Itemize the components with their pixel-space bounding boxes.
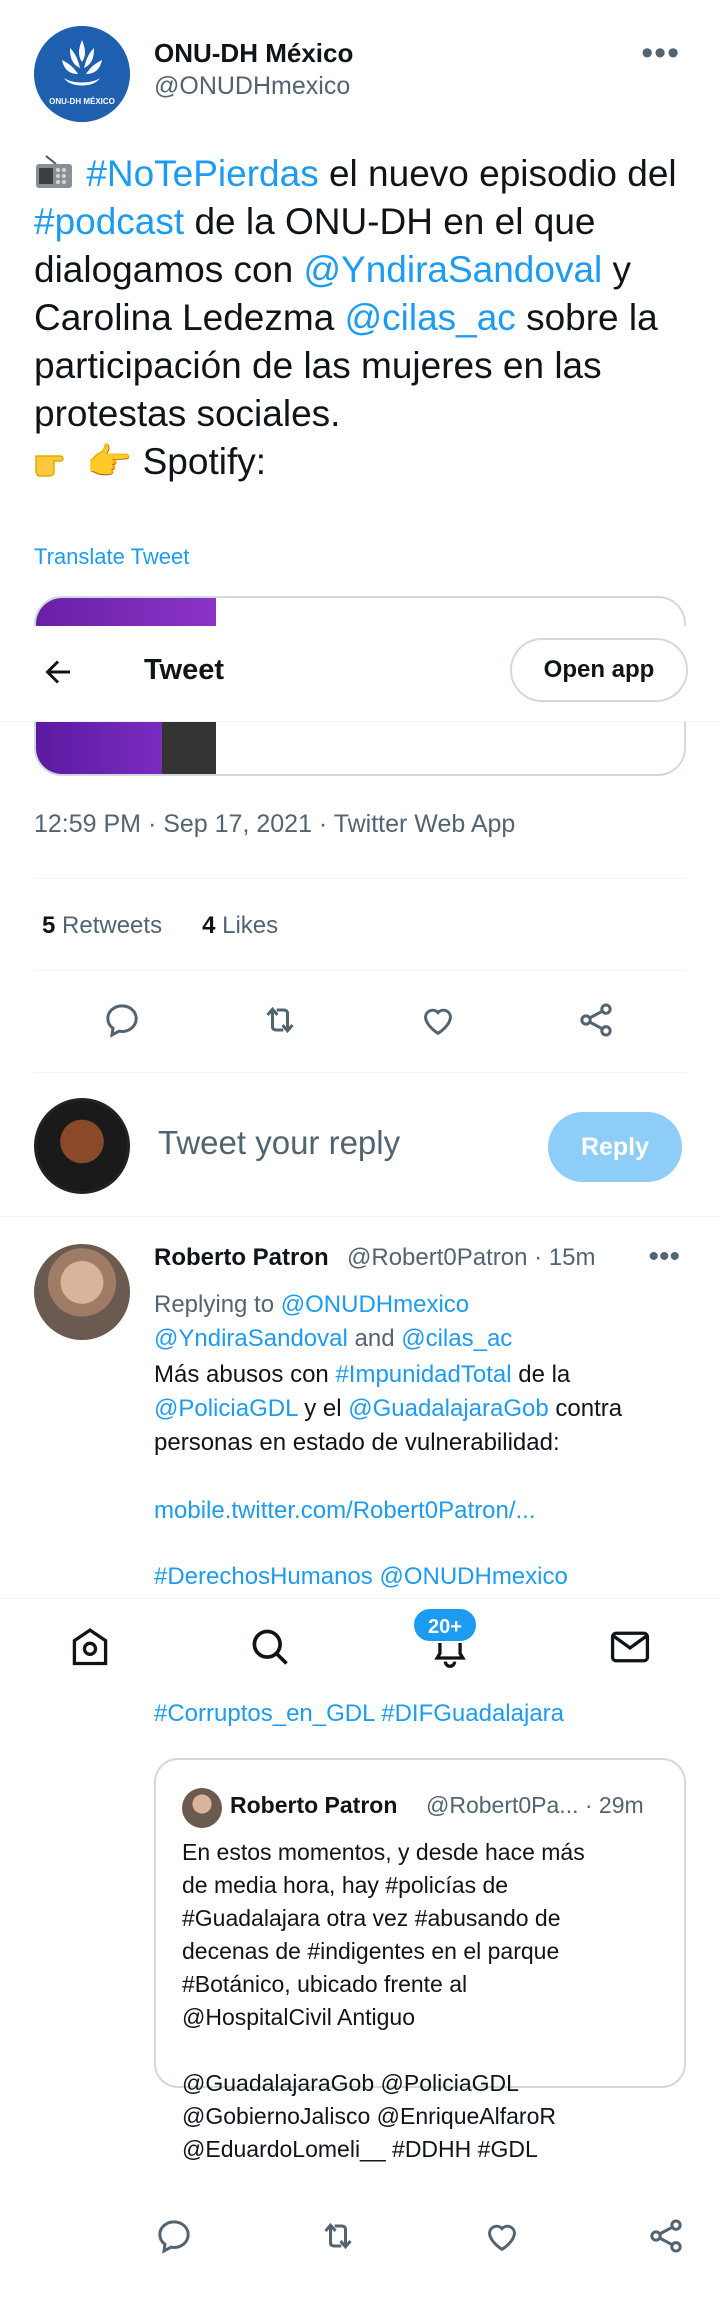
card-thumbnail bbox=[36, 718, 216, 774]
share-icon[interactable] bbox=[646, 2216, 686, 2256]
mention-link[interactable]: @ONUDHmexico bbox=[379, 1563, 567, 1590]
hashtag-link[interactable]: #podcast bbox=[34, 201, 184, 242]
divider bbox=[34, 970, 686, 971]
mention-link[interactable]: @cilas_ac bbox=[401, 1325, 512, 1352]
messages-icon[interactable] bbox=[608, 1625, 652, 1669]
mention-link[interactable]: @YndiraSandoval bbox=[154, 1325, 348, 1352]
more-icon[interactable]: ••• bbox=[641, 34, 680, 73]
mention-link[interactable]: @YndiraSandoval bbox=[303, 249, 602, 290]
divider bbox=[34, 1072, 686, 1073]
replying-to: @YndiraSandoval and @cilas_ac bbox=[154, 1325, 513, 1352]
svg-text:ONU-DH MÉXICO: ONU-DH MÉXICO bbox=[49, 97, 115, 106]
reply-button[interactable]: Reply bbox=[548, 1112, 682, 1182]
quoted-author-name: Roberto Patron bbox=[230, 1792, 398, 1818]
share-icon[interactable] bbox=[576, 1000, 616, 1040]
external-link[interactable]: mobile.twitter.com/Robert0Patron/... bbox=[154, 1494, 536, 1527]
tweet-timestamp[interactable]: 12:59 PM · Sep 17, 2021 · Twitter Web Ap… bbox=[34, 810, 515, 839]
tweet-stats: 5 Retweets 4 Likes bbox=[42, 912, 278, 940]
likes-stat[interactable]: 4 Likes bbox=[202, 912, 278, 939]
mention-link[interactable]: @ONUDHmexico bbox=[281, 1291, 469, 1318]
pointing-hand-emoji bbox=[34, 442, 76, 480]
search-icon[interactable] bbox=[248, 1625, 292, 1669]
replying-to: Replying to @ONUDHmexico bbox=[154, 1291, 470, 1318]
page-title: Tweet bbox=[144, 654, 225, 686]
open-app-button[interactable]: Open app bbox=[510, 638, 688, 702]
hashtag-link[interactable]: #ImpunidadTotal bbox=[335, 1361, 511, 1388]
radio-emoji bbox=[34, 154, 76, 192]
quoted-author-avatar bbox=[182, 1788, 222, 1828]
bottom-navigation: 20+ bbox=[0, 1598, 720, 1694]
spotify-label: 👉 Spotify: bbox=[86, 441, 267, 482]
back-arrow-icon[interactable] bbox=[40, 654, 76, 690]
reply-input[interactable]: Tweet your reply bbox=[158, 1124, 400, 1162]
hashtag-link[interactable]: #DerechosHumanos bbox=[154, 1563, 373, 1590]
like-icon[interactable] bbox=[482, 2216, 522, 2256]
quoted-text: En estos momentos, y desde hace más de m… bbox=[182, 1839, 585, 2162]
retweet-icon[interactable] bbox=[318, 2216, 358, 2256]
quoted-tweet[interactable]: Roberto Patron @Robert0Pa... · 29m En es… bbox=[154, 1758, 686, 2162]
un-logo-icon: ONU-DH MÉXICO bbox=[34, 26, 130, 122]
hashtag-link[interactable]: #Corruptos_en_GDL #DIFGuadalajara bbox=[154, 1700, 564, 1728]
reply-icon[interactable] bbox=[154, 2216, 194, 2256]
reply-author-avatar[interactable] bbox=[34, 1244, 130, 1340]
divider bbox=[0, 1216, 720, 1217]
retweet-icon[interactable] bbox=[260, 1000, 300, 1040]
top-bar: Tweet Open app bbox=[0, 626, 720, 722]
mention-link[interactable]: @cilas_ac bbox=[345, 297, 516, 338]
tweet-text: #NoTePierdas el nuevo episodio del #podc… bbox=[34, 153, 677, 482]
quoted-author-handle: @Robert0Pa... · 29m bbox=[426, 1792, 644, 1818]
author-name[interactable]: ONU-DH México bbox=[154, 38, 353, 69]
notification-badge: 20+ bbox=[412, 1607, 478, 1643]
author-handle[interactable]: @ONUDHmexico bbox=[154, 72, 350, 101]
author-avatar[interactable]: ONU-DH MÉXICO bbox=[34, 26, 130, 122]
reply-author-name[interactable]: Roberto Patron bbox=[154, 1244, 329, 1272]
retweets-stat[interactable]: 5 Retweets bbox=[42, 912, 162, 939]
mention-link[interactable]: @PoliciaGDL bbox=[154, 1395, 298, 1422]
translate-tweet-link[interactable]: Translate Tweet bbox=[34, 544, 189, 570]
reply-actions bbox=[154, 2216, 686, 2266]
mention-link[interactable]: @GuadalajaraGob bbox=[348, 1395, 548, 1422]
reply-icon[interactable] bbox=[102, 1000, 142, 1040]
more-icon[interactable]: ••• bbox=[648, 1240, 680, 1274]
like-icon[interactable] bbox=[418, 1000, 458, 1040]
home-icon[interactable] bbox=[68, 1625, 112, 1669]
current-user-avatar[interactable] bbox=[34, 1098, 130, 1194]
reply-author-handle[interactable]: @Robert0Patron · 15m bbox=[347, 1244, 596, 1272]
hashtag-link[interactable]: #NoTePierdas bbox=[86, 153, 318, 194]
tweet-actions bbox=[34, 1000, 686, 1050]
divider bbox=[34, 878, 686, 879]
